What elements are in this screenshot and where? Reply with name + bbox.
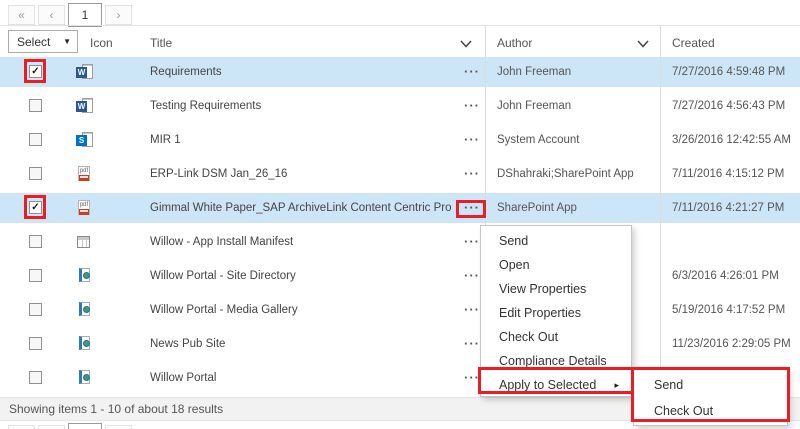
document-list: ✓ W Requirements ··· John Freeman 7/27/2016 4… (0, 57, 800, 397)
item-title[interactable]: Willow Portal - Site Directory (150, 261, 296, 291)
table-row[interactable]: ✓ W Requirements ··· John Freeman 7/27/2016 4… (0, 57, 800, 91)
pagination-top: « ‹ 1 › (8, 3, 135, 27)
item-author: John Freeman (497, 57, 571, 87)
item-title[interactable]: Willow Portal (150, 363, 216, 393)
item-title[interactable]: Willow Portal - Media Gallery (150, 295, 298, 325)
select-dropdown[interactable]: Select ▼ (8, 30, 78, 53)
row-checkbox[interactable]: ✓ (29, 201, 42, 214)
current-page-indicator[interactable]: 1 (68, 3, 102, 27)
row-ellipsis-icon[interactable]: ··· (458, 91, 486, 121)
item-title[interactable]: Willow - App Install Manifest (150, 227, 293, 257)
sharepoint-item-icon: S (76, 132, 92, 148)
menu-item-edit-properties[interactable]: Edit Properties (481, 301, 631, 325)
item-title[interactable]: News Pub Site (150, 329, 225, 359)
row-checkbox[interactable] (29, 303, 42, 316)
menu-item-check-out[interactable]: Check Out (481, 325, 631, 349)
row-checkbox[interactable] (29, 371, 42, 384)
item-title[interactable]: MIR 1 (150, 125, 181, 155)
item-title[interactable]: Requirements (150, 57, 222, 87)
menu-item-open[interactable]: Open (481, 253, 631, 277)
row-checkbox[interactable] (29, 235, 42, 248)
web-page-icon (76, 336, 92, 352)
previous-page-button-bottom[interactable]: ‹ (38, 425, 65, 429)
item-created: 6/3/2016 4:26:01 PM (672, 261, 779, 291)
menu-item-view-properties[interactable]: View Properties (481, 277, 631, 301)
next-page-button[interactable]: › (105, 5, 132, 25)
row-ellipsis-icon[interactable]: ··· (458, 193, 486, 223)
menu-item-apply-to-selected[interactable]: Apply to Selected ▸ (481, 373, 631, 397)
row-checkbox[interactable] (29, 133, 42, 146)
table-row[interactable]: Willow Portal - Media Gallery···5/19/201… (0, 295, 800, 329)
table-row[interactable]: Willow Portal - Site Directory···6/3/201… (0, 261, 800, 295)
table-row[interactable]: S MIR 1 ··· System Account 3/26/2016 12:42:5… (0, 125, 800, 159)
row-checkbox[interactable] (29, 167, 42, 180)
item-author: SharePoint App (497, 193, 577, 223)
submenu-item-check-out[interactable]: Check Out (634, 398, 787, 424)
web-page-icon (76, 370, 92, 386)
pdf-document-icon: pdf (76, 200, 92, 216)
item-title[interactable]: Gimmal White Paper_SAP ArchiveLink Conte… (150, 193, 452, 223)
web-page-icon (76, 268, 92, 284)
submenu-item-send[interactable]: Send (634, 372, 787, 398)
document-library-view: « ‹ 1 › Select ▼ Icon Title Author Creat… (0, 0, 800, 429)
apply-to-selected-submenu: SendCheck Out (633, 368, 788, 426)
menu-item-send[interactable]: Send (481, 229, 631, 253)
column-header-icon: Icon (90, 36, 113, 50)
previous-page-button[interactable]: ‹ (38, 5, 65, 25)
select-dropdown-label: Select (17, 35, 50, 49)
author-created-divider (660, 25, 661, 397)
row-ellipsis-icon[interactable]: ··· (458, 125, 486, 155)
item-created: 7/11/2016 4:15:12 PM (672, 159, 784, 189)
row-checkbox[interactable] (29, 99, 42, 112)
row-checkbox[interactable] (29, 269, 42, 282)
column-header-created: Created (672, 36, 715, 50)
item-author: System Account (497, 125, 579, 155)
title-column-chevron-down-icon[interactable] (460, 40, 472, 48)
dropdown-arrow-icon: ▼ (63, 37, 71, 46)
app-manifest-icon (76, 234, 92, 250)
current-page-indicator-bottom[interactable]: 1 (68, 423, 102, 429)
table-row[interactable]: pdf ERP-Link DSM Jan_26_16 ··· DShahraki;Sh… (0, 159, 800, 193)
item-author: DShahraki;SharePoint App (497, 159, 634, 189)
row-ellipsis-icon[interactable]: ··· (458, 159, 486, 189)
submenu-arrow-icon: ▸ (614, 373, 619, 397)
item-created: 7/27/2016 4:59:48 PM (672, 57, 785, 87)
author-column-chevron-down-icon[interactable] (637, 40, 649, 48)
item-context-menu: SendOpenView PropertiesEdit PropertiesCh… (480, 225, 632, 397)
row-checkbox[interactable]: ✓ (29, 65, 42, 78)
row-checkbox[interactable] (29, 337, 42, 350)
item-created: 7/11/2016 4:21:27 PM (672, 193, 784, 223)
table-row[interactable]: W Testing Requirements ··· John Freeman 7/27… (0, 91, 800, 125)
item-created: 11/23/2016 2:29:05 PM (672, 329, 791, 359)
item-created: 7/27/2016 4:56:43 PM (672, 91, 785, 121)
column-header-author: Author (497, 36, 532, 50)
item-title[interactable]: ERP-Link DSM Jan_26_16 (150, 159, 287, 189)
first-page-button-bottom[interactable]: « (8, 425, 35, 429)
pagination-bottom: « ‹ 1 › (8, 423, 135, 429)
item-author: John Freeman (497, 91, 571, 121)
item-created: 5/19/2016 4:17:52 PM (672, 295, 785, 325)
apply-to-selected-label: Apply to Selected (499, 378, 596, 392)
web-page-icon (76, 302, 92, 318)
table-row[interactable]: News Pub Site···11/23/2016 2:29:05 PM (0, 329, 800, 363)
pdf-document-icon: pdf (76, 166, 92, 182)
menu-item-compliance-details[interactable]: Compliance Details (481, 349, 631, 373)
table-row[interactable]: ✓ pdf Gimmal White Paper_SAP ArchiveLink C… (0, 193, 800, 227)
row-ellipsis-icon[interactable]: ··· (458, 57, 486, 87)
first-page-button[interactable]: « (8, 5, 35, 25)
table-top-border (0, 25, 800, 26)
table-row[interactable]: Willow - App Install Manifest··· (0, 227, 800, 261)
word-document-icon: W (76, 98, 92, 114)
next-page-button-bottom[interactable]: › (105, 425, 132, 429)
results-count-text: Showing items 1 - 10 of about 18 results (9, 402, 223, 416)
item-created: 3/26/2016 12:42:55 AM (672, 125, 791, 155)
item-title[interactable]: Testing Requirements (150, 91, 261, 121)
column-header-title: Title (150, 36, 172, 50)
word-document-icon: W (76, 64, 92, 80)
